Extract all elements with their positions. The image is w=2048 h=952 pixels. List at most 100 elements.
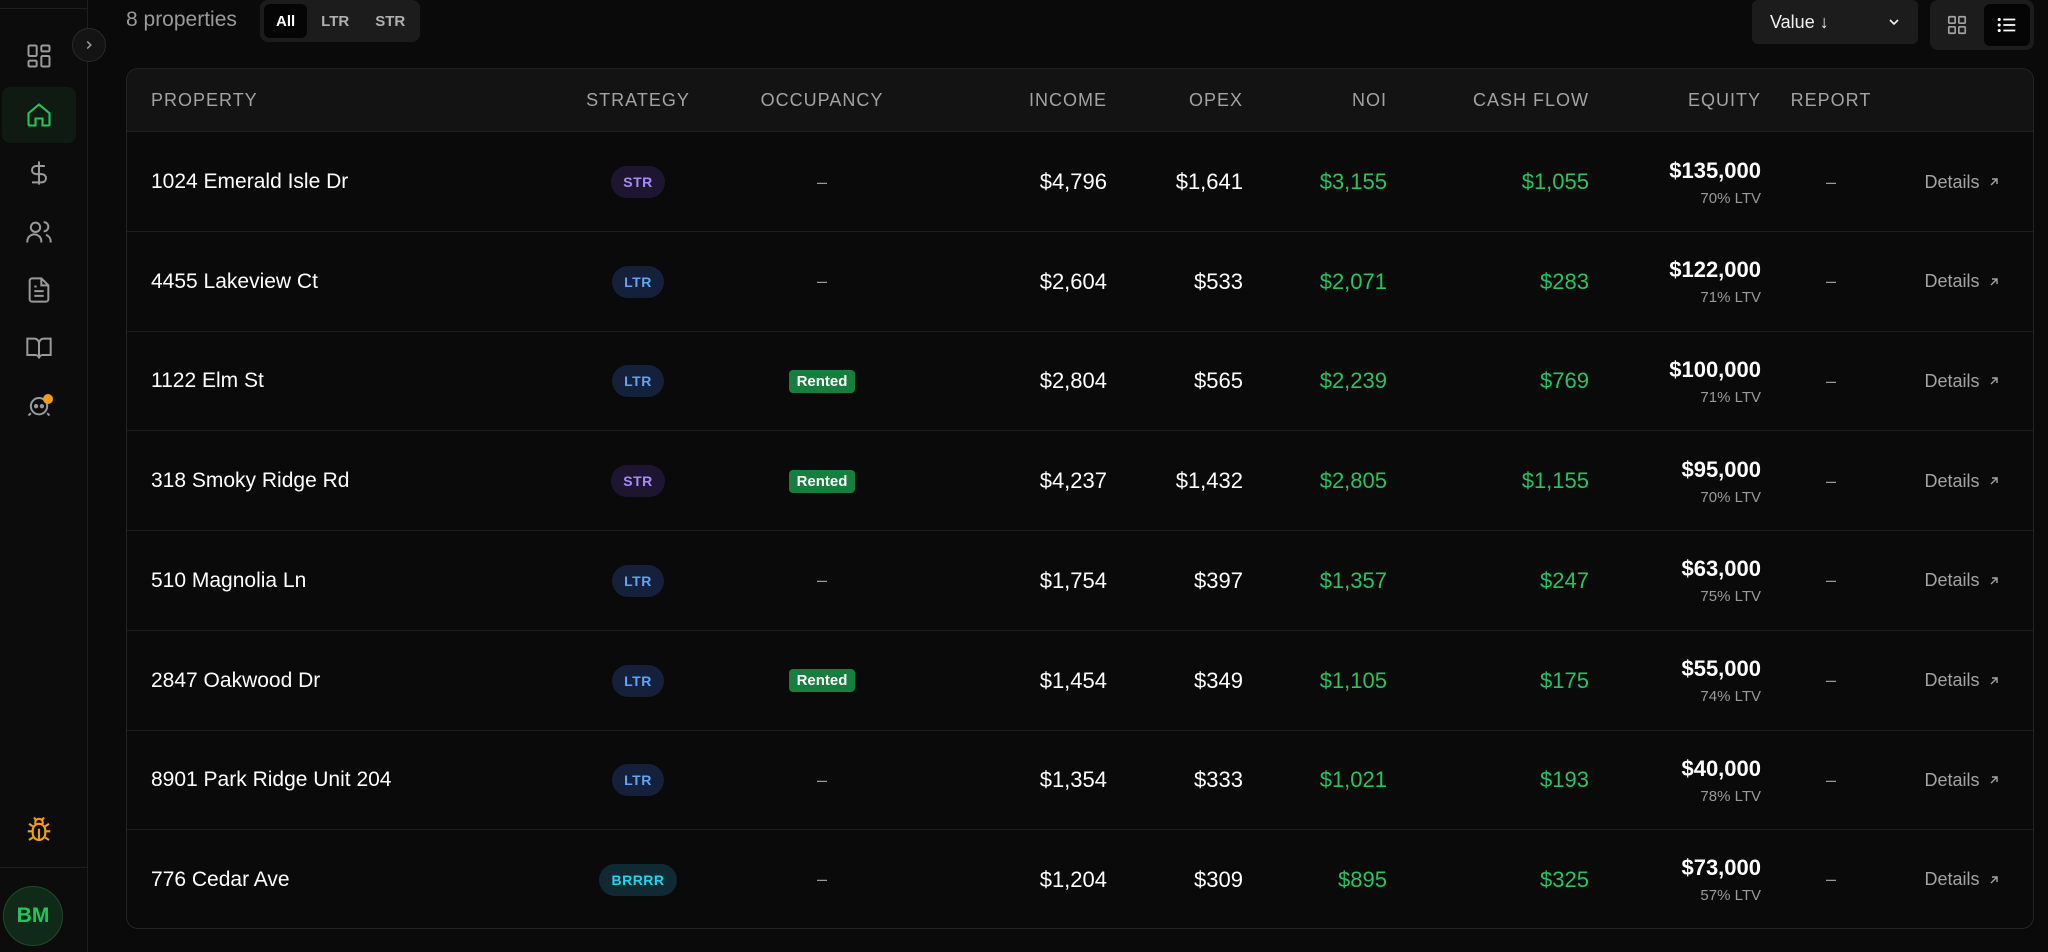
sidebar-divider-top (0, 8, 88, 9)
table-row[interactable]: 776 Cedar Ave BRRRR – $1,204 $309 $895 $… (127, 830, 2033, 928)
table-row[interactable]: 1122 Elm St LTR Rented $2,804 $565 $2,23… (127, 331, 2033, 432)
details-cell: Details (1897, 730, 2027, 830)
nav-dashboard[interactable] (2, 28, 76, 84)
details-link[interactable]: Details (1924, 869, 1999, 890)
equity-value: $55,000 (1681, 656, 1761, 681)
nav-tenants[interactable] (2, 204, 76, 260)
notification-dot (43, 394, 53, 404)
ltv-value: 57% LTV (1700, 887, 1761, 905)
header-equity[interactable]: EQUITY (1607, 69, 1761, 132)
ltv-value: 75% LTV (1700, 588, 1761, 606)
nav-learn[interactable] (2, 320, 76, 376)
home-icon (27, 103, 51, 127)
details-cell: Details (1897, 331, 2027, 431)
nav-properties[interactable] (2, 87, 76, 143)
details-link[interactable]: Details (1924, 570, 1999, 591)
bug-report-button[interactable] (2, 802, 76, 858)
table-row[interactable]: 1024 Emerald Isle Dr STR – $4,796 $1,641… (127, 132, 2033, 232)
list-view-button[interactable] (1984, 4, 2030, 46)
arrow-up-right-icon (1990, 477, 1998, 485)
rented-badge: Rented (788, 369, 856, 393)
details-cell: Details (1897, 431, 2027, 531)
strategy-badge: STR (611, 166, 665, 198)
cashflow-value: $193 (1540, 767, 1589, 793)
equity-cell: $95,000 70% LTV (1607, 431, 1761, 531)
strategy-cell: LTR (563, 531, 713, 631)
bug-icon (27, 816, 51, 842)
equity-cell: $73,000 57% LTV (1607, 830, 1761, 928)
income-value: $4,237 (1039, 468, 1107, 494)
report-cell: – (1763, 531, 1899, 631)
property-address[interactable]: 1122 Elm St (151, 331, 264, 431)
occupancy-cell: – (727, 232, 917, 332)
strategy-cell: LTR (563, 331, 713, 431)
table-row[interactable]: 4455 Lakeview Ct LTR – $2,604 $533 $2,07… (127, 232, 2033, 332)
table-row[interactable]: 318 Smoky Ridge Rd STR Rented $4,237 $1,… (127, 431, 2033, 532)
avatar[interactable]: BM (3, 886, 63, 946)
arrow-up-right-icon (1990, 776, 1998, 784)
ltv-value: 74% LTV (1700, 688, 1761, 705)
property-address[interactable]: 318 Smoky Ridge Rd (151, 431, 349, 531)
property-address[interactable]: 510 Magnolia Ln (151, 531, 306, 631)
opex-value: $333 (1194, 767, 1243, 793)
income-value: $2,604 (1039, 268, 1107, 294)
opex-value: $1,432 (1175, 468, 1243, 494)
opex-value: $1,641 (1175, 169, 1243, 194)
header-cashflow[interactable]: CASH FLOW (1407, 69, 1589, 132)
filter-str[interactable]: STR (363, 4, 417, 38)
property-address[interactable]: 1024 Emerald Isle Dr (151, 132, 348, 232)
report-empty: – (1825, 769, 1836, 790)
cashflow-value: $247 (1540, 567, 1589, 593)
details-link[interactable]: Details (1924, 271, 1999, 292)
table-row[interactable]: 510 Magnolia Ln LTR – $1,754 $397 $1,357… (127, 531, 2033, 631)
filter-ltr[interactable]: LTR (309, 4, 361, 38)
property-address[interactable]: 2847 Oakwood Dr (151, 631, 320, 731)
equity-cell: $40,000 78% LTV (1607, 730, 1761, 830)
list-icon (1997, 17, 2016, 33)
equity-value: $135,000 (1669, 157, 1761, 183)
sidebar-collapse-button[interactable] (72, 28, 106, 62)
table-row[interactable]: 8901 Park Ridge Unit 204 LTR – $1,354 $3… (127, 730, 2033, 831)
equity-value: $100,000 (1669, 356, 1761, 382)
header-noi[interactable]: NOI (1247, 69, 1387, 132)
sort-select[interactable]: Value ↓ (1752, 0, 1918, 44)
occupancy-cell: – (727, 730, 917, 830)
header-occupancy[interactable]: OCCUPANCY (727, 69, 917, 132)
nav-finances[interactable] (2, 145, 76, 201)
report-cell: – (1763, 830, 1899, 928)
details-link[interactable]: Details (1924, 670, 1999, 691)
arrow-up-right-icon (1990, 277, 1998, 286)
header-opex[interactable]: OPEX (1117, 69, 1243, 132)
occupancy-cell: Rented (727, 431, 917, 531)
ltv-value: 71% LTV (1700, 289, 1761, 307)
income-value: $1,354 (1039, 767, 1107, 793)
nav-documents[interactable] (2, 262, 76, 318)
property-address[interactable]: 8901 Park Ridge Unit 204 (151, 730, 392, 830)
property-address[interactable]: 4455 Lakeview Ct (151, 232, 318, 332)
nav-assistant[interactable] (2, 377, 76, 433)
opex-value: $309 (1194, 866, 1243, 892)
details-link[interactable]: Details (1924, 471, 1999, 492)
ltv-value: 71% LTV (1700, 388, 1761, 406)
equity-cell: $55,000 74% LTV (1607, 631, 1761, 731)
strategy-badge: LTR (612, 265, 664, 298)
occupancy-cell: – (727, 531, 917, 631)
occupancy-empty: – (816, 769, 827, 790)
property-address[interactable]: 776 Cedar Ave (151, 830, 290, 928)
filter-all[interactable]: All (264, 4, 308, 38)
income-value: $1,204 (1039, 866, 1107, 892)
ltv-value: 70% LTV (1700, 189, 1761, 207)
details-link[interactable]: Details (1924, 371, 1999, 392)
occupancy-empty: – (816, 171, 827, 192)
header-income[interactable]: INCOME (927, 69, 1107, 132)
strategy-cell: STR (563, 431, 713, 531)
grid-view-button[interactable] (1934, 4, 1980, 46)
details-link[interactable]: Details (1924, 770, 1999, 791)
noi-value: $3,155 (1319, 169, 1387, 194)
details-link[interactable]: Details (1924, 172, 1999, 193)
table-row[interactable]: 2847 Oakwood Dr LTR Rented $1,454 $349 $… (127, 631, 2033, 731)
book-open-icon (26, 337, 52, 359)
noi-value: $1,357 (1319, 567, 1387, 593)
header-property[interactable]: PROPERTY (151, 69, 258, 132)
header-strategy[interactable]: STRATEGY (563, 69, 713, 132)
